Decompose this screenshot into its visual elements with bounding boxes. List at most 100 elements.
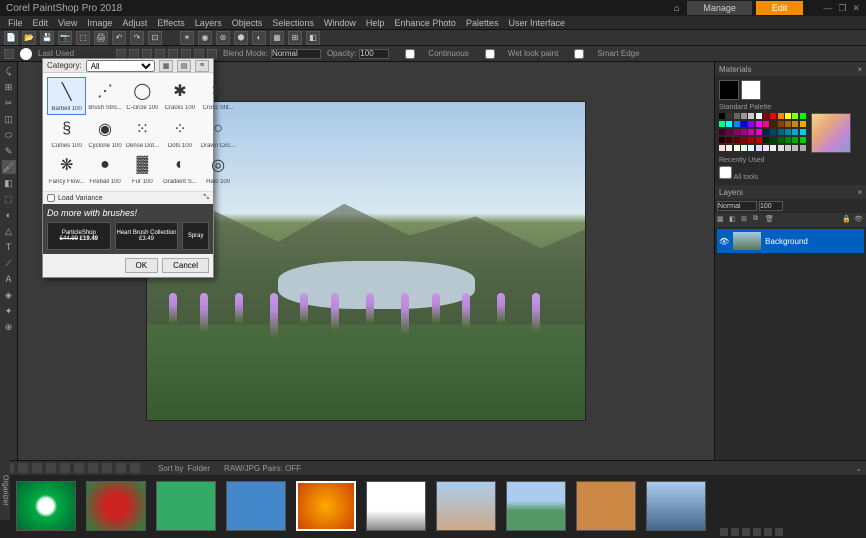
tool-add[interactable]: ⊕	[2, 320, 16, 334]
sortby-value[interactable]: Folder	[187, 464, 210, 473]
brush-item[interactable]: ◐Gradient S...	[161, 151, 199, 187]
promo-particleshop[interactable]: ParticleShop £44.99 £19.49	[47, 222, 111, 250]
menu-edit[interactable]: Edit	[29, 18, 53, 28]
panel-close-icon[interactable]: ×	[857, 188, 862, 197]
tool-dropper[interactable]: ⬭	[2, 128, 16, 142]
layer-dup-icon[interactable]: ⧉	[753, 215, 763, 225]
wetlook-checkbox[interactable]	[475, 49, 505, 59]
opacity-input[interactable]	[359, 49, 389, 59]
tool-paintbrush[interactable]: 🖌	[2, 160, 16, 174]
tool-a[interactable]: A	[2, 272, 16, 286]
view-large-icon[interactable]: ▦	[159, 60, 173, 72]
tool-crop[interactable]: ✂	[2, 96, 16, 110]
org-btn[interactable]	[32, 463, 42, 473]
menu-window[interactable]: Window	[320, 18, 360, 28]
resize-handle-icon[interactable]: ⤡	[203, 194, 209, 202]
layer-lock-icon[interactable]: 🔒	[842, 215, 852, 225]
tool-text[interactable]: T	[2, 240, 16, 254]
brush-item[interactable]: ❋Fancy Flow...	[47, 151, 86, 187]
presets-icon[interactable]	[4, 49, 14, 59]
tool-pencil[interactable]: ✎	[2, 144, 16, 158]
menu-selections[interactable]: Selections	[268, 18, 318, 28]
tool-icon[interactable]: ⊛	[216, 31, 230, 45]
shape-opt[interactable]	[155, 49, 165, 59]
layer-mask-icon[interactable]: ◧	[729, 215, 739, 225]
layer-new-icon[interactable]: ▦	[717, 215, 727, 225]
view-small-icon[interactable]: ▤	[177, 60, 191, 72]
redo-icon[interactable]: ↷	[130, 31, 144, 45]
organizer-tab[interactable]: Organizer	[0, 460, 10, 520]
org-btn[interactable]	[102, 463, 112, 473]
open-icon[interactable]: 📂	[22, 31, 36, 45]
view-list-icon[interactable]: ≡	[195, 60, 209, 72]
menu-view[interactable]: View	[54, 18, 81, 28]
tool-select[interactable]: ◫	[2, 112, 16, 126]
brush-item[interactable]: ⁘Dots 100	[161, 115, 199, 151]
collapse-icon[interactable]: ⌄	[855, 464, 862, 473]
status-icon[interactable]	[731, 528, 739, 536]
tool-pick[interactable]: ⊞	[2, 80, 16, 94]
brush-item[interactable]: ●Fireball 100	[86, 151, 123, 187]
org-btn[interactable]	[130, 463, 140, 473]
print-icon[interactable]: 🖨	[94, 31, 108, 45]
tool-star[interactable]: ✦	[2, 304, 16, 318]
tool-shape[interactable]: △	[2, 224, 16, 238]
shape-opt[interactable]	[194, 49, 204, 59]
promo-spray[interactable]: Spray	[182, 222, 209, 250]
org-btn[interactable]	[18, 463, 28, 473]
tool-icon[interactable]: ◉	[198, 31, 212, 45]
promo-heartbrush[interactable]: Heart Brush Collection £3.49	[115, 222, 179, 250]
tool-clone[interactable]: ◧	[2, 176, 16, 190]
brush-item[interactable]: ✱Cracks 100	[161, 77, 199, 115]
tool-icon[interactable]: ◧	[306, 31, 320, 45]
tool-pan[interactable]: ⤹	[2, 64, 16, 78]
tool-erase[interactable]: ⬚	[2, 192, 16, 206]
home-icon[interactable]: ⌂	[674, 3, 679, 13]
brush-item[interactable]: ▓Fur 100	[124, 151, 161, 187]
tool-mesh[interactable]: ◈	[2, 288, 16, 302]
thumb-item[interactable]	[646, 481, 706, 531]
org-btn[interactable]	[46, 463, 56, 473]
brush-item[interactable]: ⁙Dense Dot...	[124, 115, 161, 151]
tool-fill[interactable]: ◐	[2, 208, 16, 222]
brush-item[interactable]: ◯C-circle 100	[124, 77, 161, 115]
camera-icon[interactable]: 📷	[58, 31, 72, 45]
menu-user-interface[interactable]: User Interface	[504, 18, 569, 28]
tab-manage[interactable]: Manage	[687, 1, 752, 15]
thumb-item[interactable]	[86, 481, 146, 531]
tool-icon[interactable]: ⊞	[288, 31, 302, 45]
tab-edit[interactable]: Edit	[756, 1, 804, 15]
close-icon[interactable]: ✕	[852, 3, 860, 14]
maximize-icon[interactable]: ❐	[838, 3, 846, 14]
menu-enhance-photo[interactable]: Enhance Photo	[390, 18, 460, 28]
shape-opt[interactable]	[116, 49, 126, 59]
alltools-checkbox[interactable]	[719, 166, 732, 179]
shape-opt[interactable]	[168, 49, 178, 59]
panel-close-icon[interactable]: ×	[857, 65, 862, 74]
status-icon[interactable]	[764, 528, 772, 536]
org-btn[interactable]	[116, 463, 126, 473]
category-select[interactable]: All	[86, 60, 155, 72]
undo-icon[interactable]: ↶	[112, 31, 126, 45]
menu-adjust[interactable]: Adjust	[118, 18, 151, 28]
org-btn[interactable]	[74, 463, 84, 473]
fg-color-swatch[interactable]	[719, 80, 739, 100]
thumb-item[interactable]	[226, 481, 286, 531]
cancel-button[interactable]: Cancel	[162, 258, 209, 273]
new-icon[interactable]: 📄	[4, 31, 18, 45]
brush-item[interactable]: ✖Cross Stit...	[199, 77, 238, 115]
save-icon[interactable]: 💾	[40, 31, 54, 45]
menu-objects[interactable]: Objects	[228, 18, 267, 28]
shape-opt[interactable]	[142, 49, 152, 59]
layer-vis-icon[interactable]: 👁	[854, 215, 864, 225]
brush-item[interactable]: ○Drawn Circ...	[199, 115, 238, 151]
brush-item[interactable]: ⋰Brush Stro...	[86, 77, 123, 115]
menu-help[interactable]: Help	[362, 18, 389, 28]
color-palette[interactable]	[719, 113, 807, 153]
fit-icon[interactable]: ⊡	[148, 31, 162, 45]
org-btn[interactable]	[88, 463, 98, 473]
thumb-item[interactable]	[506, 481, 566, 531]
layer-row[interactable]: 👁 Background	[717, 229, 864, 253]
layer-blend-mode[interactable]	[717, 201, 757, 211]
tool-icon[interactable]: ⬢	[234, 31, 248, 45]
